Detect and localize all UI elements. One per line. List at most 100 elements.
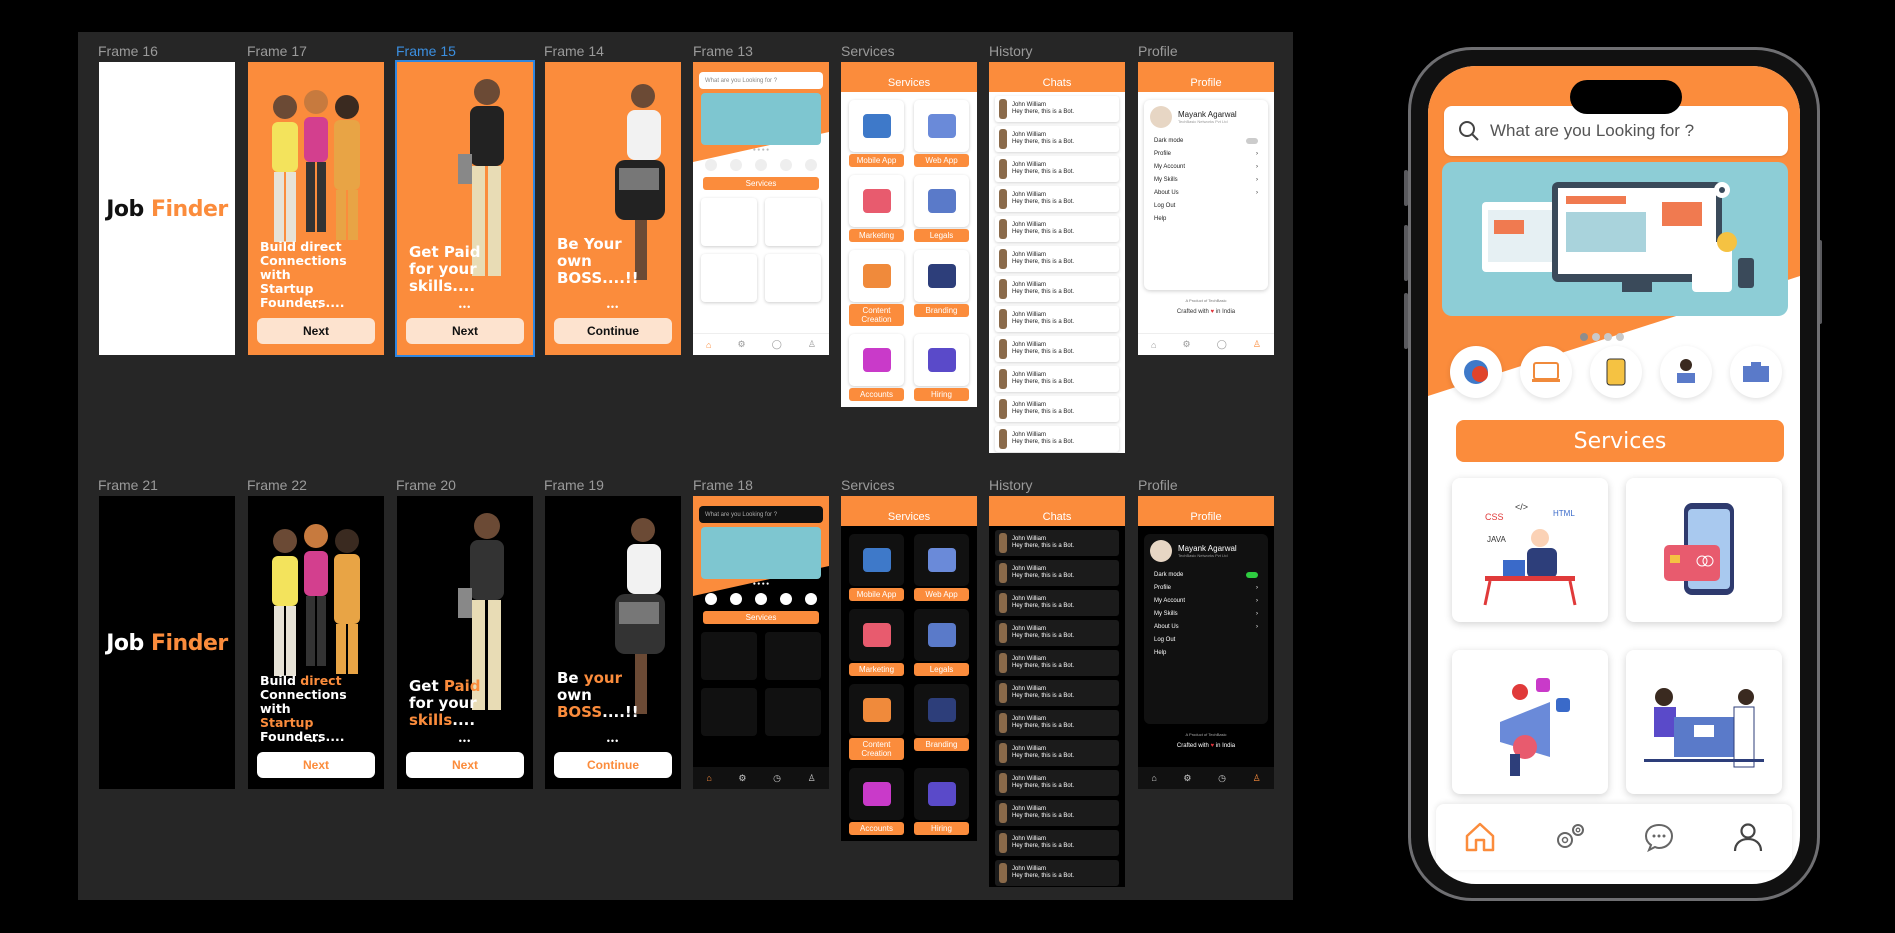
service-tile[interactable]: Accounts	[849, 768, 904, 835]
chat-list-item[interactable]: John William Hey there, this is a Bot.	[995, 830, 1119, 856]
service-tile[interactable]: Content Creation	[849, 684, 904, 760]
profile-menu-item[interactable]: My Account ›	[1154, 164, 1258, 170]
chat-list-item[interactable]: John William Hey there, this is a Bot.	[995, 366, 1119, 392]
next-button[interactable]: Next	[257, 752, 375, 778]
chat-list-item[interactable]: John William Hey there, this is a Bot.	[995, 620, 1119, 646]
chat-list-item[interactable]: John William Hey there, this is a Bot.	[995, 156, 1119, 182]
profile-menu-item[interactable]: Log Out	[1154, 203, 1258, 209]
frame-label[interactable]: Frame 14	[544, 43, 604, 59]
home-icon[interactable]	[1463, 820, 1497, 854]
home-icon[interactable]: ⌂	[706, 340, 711, 350]
chat-list-item[interactable]: John William Hey there, this is a Bot.	[995, 246, 1119, 272]
search-input[interactable]: What are you Looking for ?	[699, 506, 823, 523]
chat-list-item[interactable]: John William Hey there, this is a Bot.	[995, 590, 1119, 616]
chat-list-item[interactable]: John William Hey there, this is a Bot.	[995, 96, 1119, 122]
settings-icon[interactable]: ⚙	[738, 339, 746, 350]
category-mobile-app[interactable]	[1450, 346, 1502, 398]
service-tile[interactable]: Hiring	[914, 768, 969, 835]
frame-20-onboarding[interactable]: Get Paid for your skills.... ••• Next	[397, 496, 533, 789]
history-icon[interactable]: ◷	[773, 773, 781, 784]
category-legals[interactable]	[1730, 346, 1782, 398]
settings-icon[interactable]	[1552, 820, 1588, 854]
chat-list-item[interactable]: John William Hey there, this is a Bot.	[995, 770, 1119, 796]
settings-icon[interactable]: ⚙	[738, 773, 746, 784]
service-tile[interactable]: Content Creation	[849, 250, 904, 326]
service-tile[interactable]: Accounts	[849, 334, 904, 401]
search-input[interactable]: What are you Looking for ?	[699, 72, 823, 89]
chat-list-item[interactable]: John William Hey there, this is a Bot.	[995, 710, 1119, 736]
frame-18-home[interactable]: What are you Looking for ? ● ● ● ● Servi…	[693, 496, 829, 789]
service-tile[interactable]: Marketing	[849, 609, 904, 676]
frame-label[interactable]: Frame 16	[98, 43, 158, 59]
profile-menu-item[interactable]: About Us ›	[1154, 190, 1258, 196]
service-tile[interactable]: Branding	[914, 684, 969, 760]
frame-label[interactable]: Frame 19	[544, 477, 604, 493]
frame-17-onboarding[interactable]: Build direct Connections with Startup Found…	[248, 62, 384, 355]
chat-list-item[interactable]: John William Hey there, this is a Bot.	[995, 216, 1119, 242]
user-icon[interactable]: ♙	[808, 339, 816, 350]
frame-label[interactable]: Frame 15	[396, 43, 456, 59]
profile-menu-item[interactable]: My Account ›	[1154, 598, 1258, 604]
user-icon[interactable]: ♙	[1253, 773, 1261, 784]
chat-list-item[interactable]: John William Hey there, this is a Bot.	[995, 426, 1119, 452]
profile-menu-item[interactable]: Profile ›	[1154, 585, 1258, 591]
next-button[interactable]: Next	[406, 318, 524, 344]
chat-list-item[interactable]: John William Hey there, this is a Bot.	[995, 126, 1119, 152]
frame-label[interactable]: History	[989, 477, 1033, 493]
service-tile[interactable]: Web App	[914, 100, 969, 167]
frame-19-onboarding[interactable]: Be your own BOSS....!! ••• Continue	[545, 496, 681, 789]
frame-label[interactable]: Services	[841, 43, 895, 59]
frame-label[interactable]: Frame 21	[98, 477, 158, 493]
settings-icon[interactable]: ⚙	[1183, 773, 1191, 784]
chat-list-item[interactable]: John William Hey there, this is a Bot.	[995, 650, 1119, 676]
frame-label[interactable]: Profile	[1138, 43, 1178, 59]
chat-list-item[interactable]: John William Hey there, this is a Bot.	[995, 306, 1119, 332]
chat-icon[interactable]	[1642, 820, 1676, 854]
frame-14-onboarding[interactable]: Be Your own BOSS....!! ••• Continue	[545, 62, 681, 355]
frame-21-splash[interactable]: Job Finder	[99, 496, 235, 789]
user-icon[interactable]	[1731, 820, 1765, 854]
frame-15-onboarding[interactable]: Get Paid for your skills.... ••• Next	[395, 60, 535, 357]
profile-menu-item[interactable]: My Skills ›	[1154, 177, 1258, 183]
home-icon[interactable]: ⌂	[1151, 340, 1156, 350]
services-frame-dark[interactable]: Services Mobile App Web App Marketing Legal…	[841, 496, 977, 841]
chat-list-item[interactable]: John William Hey there, this is a Bot.	[995, 336, 1119, 362]
profile-frame[interactable]: Profile Mayank Agarwal TechBasic Networks…	[1138, 62, 1274, 355]
service-tile[interactable]: Legals	[914, 609, 969, 676]
service-card-web-dev[interactable]: CSS </> HTML JAVA	[1452, 478, 1608, 622]
services-button[interactable]: Services	[703, 177, 819, 190]
home-icon[interactable]: ⌂	[706, 773, 711, 783]
service-tile[interactable]: Mobile App	[849, 100, 904, 167]
history-icon[interactable]: ◷	[1218, 773, 1226, 784]
profile-menu-item[interactable]: Help	[1154, 216, 1258, 222]
chat-icon[interactable]: ◯	[772, 339, 782, 350]
chat-list-item[interactable]: John William Hey there, this is a Bot.	[995, 186, 1119, 212]
continue-button[interactable]: Continue	[554, 752, 672, 778]
next-button[interactable]: Next	[257, 318, 375, 344]
chat-icon[interactable]: ◯	[1217, 339, 1227, 350]
continue-button[interactable]: Continue	[554, 318, 672, 344]
service-card-mobile-app[interactable]	[1626, 478, 1782, 622]
dark-mode-toggle[interactable]: Dark mode	[1154, 572, 1258, 578]
profile-menu-item[interactable]: Log Out	[1154, 637, 1258, 643]
service-card-marketing[interactable]	[1452, 650, 1608, 794]
services-button[interactable]: Services	[703, 611, 819, 624]
frame-label[interactable]: Frame 20	[396, 477, 456, 493]
next-button[interactable]: Next	[406, 752, 524, 778]
frame-22-onboarding[interactable]: Build direct Connections with Startup Found…	[248, 496, 384, 789]
chat-list-item[interactable]: John William Hey there, this is a Bot.	[995, 396, 1119, 422]
dark-mode-toggle[interactable]: Dark mode	[1154, 138, 1258, 144]
service-tile[interactable]: Marketing	[849, 175, 904, 242]
frame-label[interactable]: Frame 22	[247, 477, 307, 493]
profile-menu-item[interactable]: Help	[1154, 650, 1258, 656]
frame-label[interactable]: Services	[841, 477, 895, 493]
chat-list-item[interactable]: John William Hey there, this is a Bot.	[995, 680, 1119, 706]
history-frame[interactable]: Chats John William Hey there, this is a B…	[989, 62, 1125, 453]
services-frame[interactable]: Services Mobile App Web App Marketing Legal…	[841, 62, 977, 407]
chat-list-item[interactable]: John William Hey there, this is a Bot.	[995, 800, 1119, 826]
category-support[interactable]	[1660, 346, 1712, 398]
service-tile[interactable]: Mobile App	[849, 534, 904, 601]
frame-13-home[interactable]: What are you Looking for ? ● ● ● ● Servi…	[693, 62, 829, 355]
chat-list-item[interactable]: John William Hey there, this is a Bot.	[995, 530, 1119, 556]
chat-list-item[interactable]: John William Hey there, this is a Bot.	[995, 860, 1119, 886]
